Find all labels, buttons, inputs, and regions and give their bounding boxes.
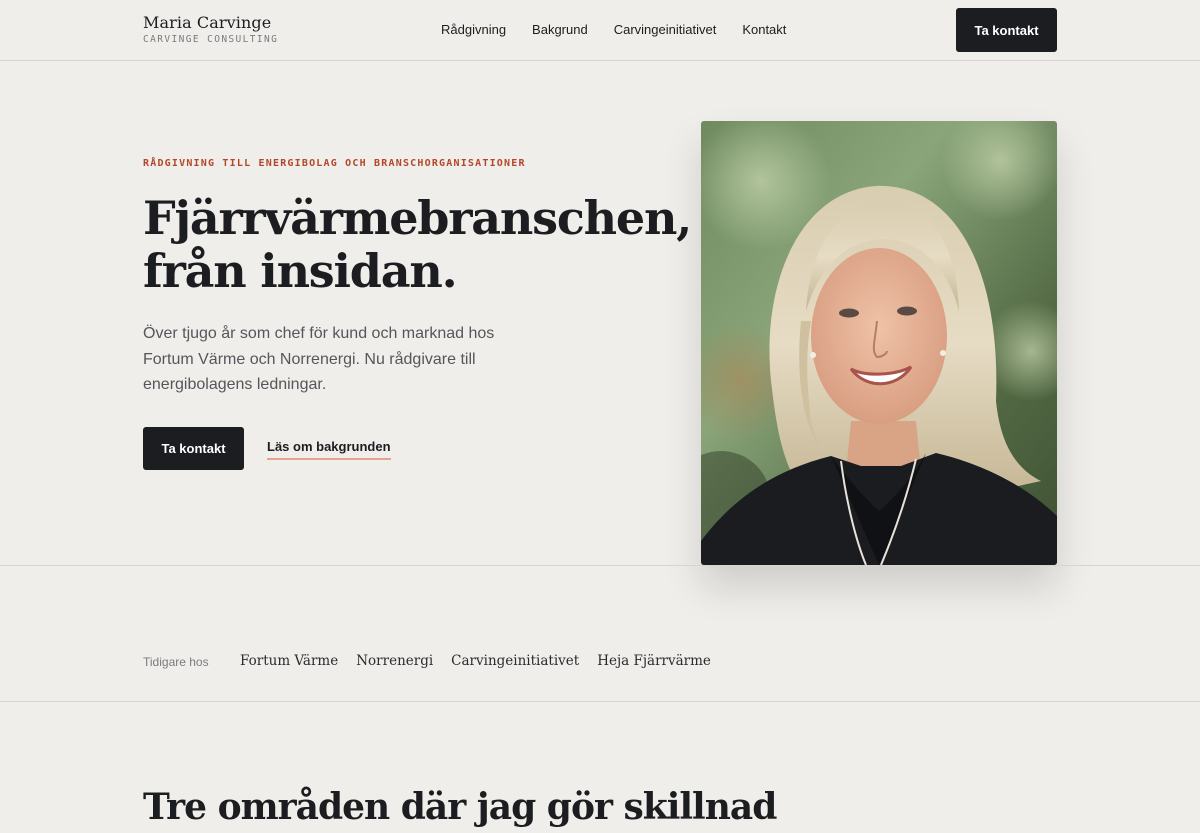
portrait-photo	[701, 121, 1057, 565]
services-section-title: Tre områden där jag gör skillnad	[143, 786, 777, 828]
header-contact-button[interactable]: Ta kontakt	[956, 8, 1057, 52]
previously-label: Tidigare hos	[143, 655, 209, 669]
hero-contact-button[interactable]: Ta kontakt	[143, 427, 244, 470]
portrait-illustration	[701, 121, 1057, 565]
nav-item-kontakt[interactable]: Kontakt	[742, 22, 786, 37]
brand-subtitle: CARVINGE CONSULTING	[143, 34, 279, 45]
nav-item-bakgrund[interactable]: Bakgrund	[532, 22, 588, 37]
brand-logo[interactable]: Maria Carvinge CARVINGE CONSULTING	[143, 13, 278, 45]
hero-title-line-2: från insidan.	[143, 244, 458, 298]
main-nav: Rådgivning Bakgrund Carvingeinitiativet …	[441, 22, 786, 37]
background-link[interactable]: Läs om bakgrunden	[267, 439, 391, 460]
company-fortum-varme: Fortum Värme	[240, 653, 339, 669]
section-divider	[0, 565, 1200, 566]
previous-companies-list: Fortum Värme Norrenergi Carvingeinitiati…	[240, 653, 711, 669]
hero-eyebrow: RÅDGIVNING TILL ENERGIBOLAG OCH BRANSCHO…	[143, 158, 526, 169]
company-carvingeinitiativet: Carvingeinitiativet	[451, 653, 580, 669]
company-heja-fjarrvarme: Heja Fjärrvärme	[597, 653, 711, 669]
section-divider	[0, 701, 1200, 702]
hero-title: Fjärrvärmebranschen, från insidan.	[143, 191, 692, 298]
site-header: Maria Carvinge CARVINGE CONSULTING Rådgi…	[0, 0, 1200, 61]
hero-title-line-1: Fjärrvärmebranschen,	[143, 191, 692, 245]
hero-lead: Över tjugo år som chef för kund och mark…	[143, 325, 495, 393]
nav-item-carvingeinitiativet[interactable]: Carvingeinitiativet	[614, 22, 717, 37]
brand-name: Maria Carvinge	[143, 13, 272, 32]
nav-item-radgivning[interactable]: Rådgivning	[441, 22, 506, 37]
company-norrenergi: Norrenergi	[356, 653, 434, 669]
